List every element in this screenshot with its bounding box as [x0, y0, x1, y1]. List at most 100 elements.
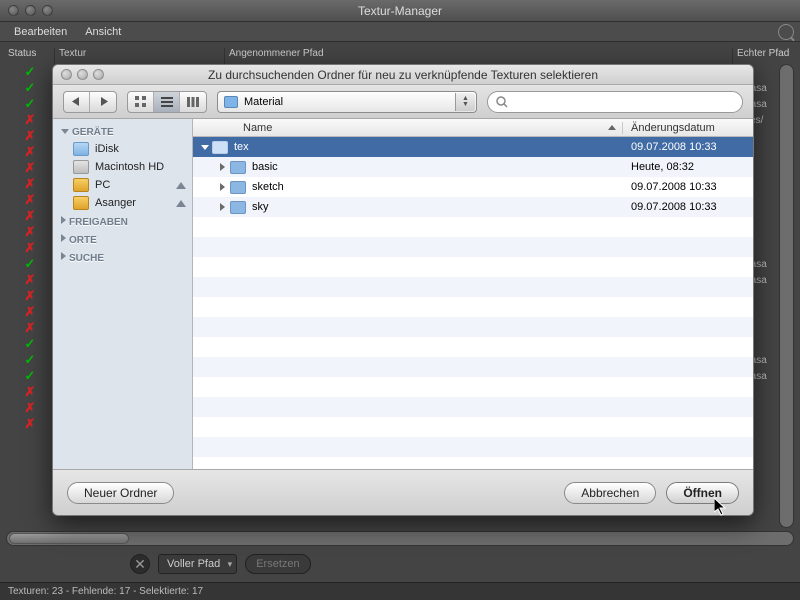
list-item-empty — [193, 257, 753, 277]
col-textur[interactable]: Textur — [54, 48, 224, 64]
search-icon[interactable] — [778, 24, 794, 40]
scroll-thumb[interactable] — [9, 533, 129, 544]
minimize-icon[interactable] — [25, 5, 36, 16]
list-body[interactable]: tex09.07.2008 10:33basicHeute, 08:32sket… — [193, 137, 753, 469]
sidebar-header-search[interactable]: SUCHE — [53, 248, 192, 266]
status-ok-icon: ✓ — [6, 256, 54, 272]
menu-view[interactable]: Ansicht — [85, 26, 121, 38]
location-combo[interactable]: Material ▲▼ — [217, 91, 477, 113]
zoom-icon[interactable] — [42, 5, 53, 16]
status-ok-icon: ✓ — [6, 368, 54, 384]
new-folder-button[interactable]: Neuer Ordner — [67, 482, 174, 504]
menubar: Bearbeiten Ansicht — [0, 22, 800, 42]
icon-view-button[interactable] — [128, 92, 154, 112]
list-item-empty — [193, 317, 753, 337]
status-error-icon: ✗ — [6, 416, 54, 432]
status-line: Texturen: 23 - Fehlende: 17 - Selektiert… — [0, 582, 800, 600]
dialog-titlebar[interactable]: Zu durchsuchenden Ordner für neu zu verk… — [53, 65, 753, 85]
status-ok-icon: ✓ — [6, 80, 54, 96]
item-date: 09.07.2008 10:33 — [623, 181, 753, 193]
chevron-updown-icon: ▲▼ — [455, 93, 475, 111]
list-view-button[interactable] — [154, 92, 180, 112]
col-name[interactable]: Name — [193, 122, 623, 134]
sidebar-item-label: iDisk — [95, 143, 119, 155]
idisk-icon — [73, 142, 89, 156]
close-icon[interactable] — [61, 69, 72, 80]
sidebar-item-idisk[interactable]: iDisk — [53, 140, 192, 158]
main-titlebar[interactable]: Textur-Manager — [0, 0, 800, 22]
status-error-icon: ✗ — [6, 304, 54, 320]
replace-button[interactable]: Ersetzen — [245, 554, 310, 574]
list-item[interactable]: basicHeute, 08:32 — [193, 157, 753, 177]
search-field[interactable] — [487, 91, 743, 113]
location-label: Material — [244, 96, 283, 108]
col-status[interactable]: Status — [6, 48, 54, 64]
col-real[interactable]: Echter Pfad — [732, 48, 792, 64]
dialog-toolbar: Material ▲▼ — [53, 85, 753, 119]
scrollbar-horizontal[interactable] — [6, 531, 794, 546]
file-list: Name Änderungsdatum tex09.07.2008 10:33b… — [193, 119, 753, 469]
list-item-empty — [193, 237, 753, 257]
list-item-empty — [193, 217, 753, 237]
status-error-icon: ✗ — [6, 192, 54, 208]
eject-icon[interactable] — [176, 182, 186, 189]
path-mode-combo[interactable]: Voller Pfad — [158, 554, 237, 574]
status-error-icon: ✗ — [6, 160, 54, 176]
chevron-right-icon[interactable] — [217, 203, 228, 211]
open-button[interactable]: Öffnen — [666, 482, 739, 504]
sidebar-item-label: Asanger — [95, 197, 136, 209]
chevron-right-icon[interactable] — [217, 183, 228, 191]
list-item-empty — [193, 357, 753, 377]
list-item-empty — [193, 417, 753, 437]
list-item-empty — [193, 437, 753, 457]
bottom-toolbar: ✕ Voller Pfad Ersetzen — [0, 546, 800, 582]
scrollbar-vertical[interactable] — [779, 64, 794, 528]
folder-icon — [224, 96, 238, 108]
eject-icon[interactable] — [176, 200, 186, 207]
folder-icon — [230, 201, 246, 214]
status-ok-icon: ✓ — [6, 96, 54, 112]
item-date: 09.07.2008 10:33 — [623, 201, 753, 213]
forward-button[interactable] — [90, 92, 116, 112]
col-assumed[interactable]: Angenommener Pfad — [224, 48, 732, 64]
status-error-icon: ✗ — [6, 400, 54, 416]
dialog-footer: Neuer Ordner Abbrechen Öffnen — [53, 469, 753, 515]
chevron-right-icon[interactable] — [217, 163, 228, 171]
zoom-icon[interactable] — [93, 69, 104, 80]
status-error-icon: ✗ — [6, 208, 54, 224]
sidebar-item-label: PC — [95, 179, 110, 191]
sidebar-header-devices[interactable]: GERÄTE — [53, 123, 192, 140]
item-name: basic — [252, 161, 623, 173]
list-item[interactable]: sky09.07.2008 10:33 — [193, 197, 753, 217]
sidebar-header-shares[interactable]: FREIGABEN — [53, 212, 192, 230]
view-mode-buttons — [127, 91, 207, 113]
list-item-empty — [193, 337, 753, 357]
folder-icon — [230, 181, 246, 194]
sidebar-header-places[interactable]: ORTE — [53, 230, 192, 248]
back-button[interactable] — [64, 92, 90, 112]
list-item[interactable]: sketch09.07.2008 10:33 — [193, 177, 753, 197]
list-item[interactable]: tex09.07.2008 10:33 — [193, 137, 753, 157]
path-mode-label: Voller Pfad — [167, 558, 220, 570]
col-date[interactable]: Änderungsdatum — [623, 122, 753, 134]
item-name: sky — [252, 201, 623, 213]
minimize-icon[interactable] — [77, 69, 88, 80]
pc-icon — [73, 178, 89, 192]
menu-edit[interactable]: Bearbeiten — [14, 26, 67, 38]
as-icon — [73, 196, 89, 210]
search-input[interactable] — [512, 95, 734, 109]
chevron-down-icon[interactable] — [199, 145, 210, 150]
cancel-button[interactable]: Abbrechen — [564, 482, 656, 504]
sidebar-item-asanger[interactable]: Asanger — [53, 194, 192, 212]
sidebar-item-macintosh-hd[interactable]: Macintosh HD — [53, 158, 192, 176]
status-error-icon: ✗ — [6, 128, 54, 144]
item-name: sketch — [252, 181, 623, 193]
close-icon[interactable] — [8, 5, 19, 16]
sidebar-item-pc[interactable]: PC — [53, 176, 192, 194]
column-view-button[interactable] — [180, 92, 206, 112]
status-error-icon: ✗ — [6, 240, 54, 256]
list-item-empty — [193, 457, 753, 469]
item-date: Heute, 08:32 — [623, 161, 753, 173]
list-item-empty — [193, 297, 753, 317]
clear-icon[interactable]: ✕ — [130, 554, 150, 574]
